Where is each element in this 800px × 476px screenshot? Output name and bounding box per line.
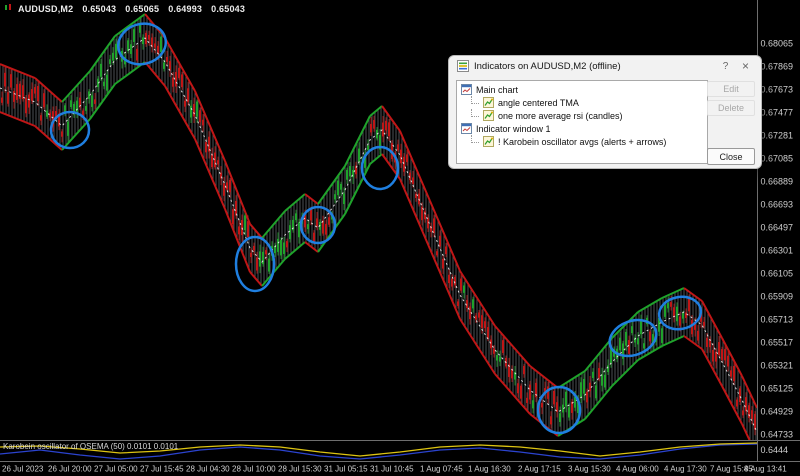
indicator-icon [483,110,494,121]
price-axis-label: 0.67477 [761,108,794,118]
time-axis-label: 1 Aug 16:30 [468,465,511,474]
tree-connector [471,96,479,104]
indicator-tree-item[interactable]: Indicator window 1 [457,122,707,135]
indicators-dialog: Indicators on AUDUSD,M2 (offline) ? × Ma… [448,55,762,169]
tree-item-label: angle centered TMA [498,98,579,108]
tree-item-label: Main chart [476,85,518,95]
time-axis-label: 3 Aug 15:30 [568,465,611,474]
symbol-info: AUDUSD,M2 0.65043 0.65065 0.64993 0.6504… [4,3,245,14]
price-open: 0.65043 [82,4,116,14]
time-axis-label: 26 Jul 2023 [2,465,44,474]
time-axis-label: 31 Jul 05:15 [324,465,368,474]
candlestick-chart-icon [4,3,13,14]
time-axis-label: 1 Aug 07:45 [420,465,463,474]
price-axis-label: 0.66105 [761,269,794,279]
symbol-label: AUDUSD,M2 [18,4,73,14]
mt4-chart-window: 0.68065 0.67869 0.67673 0.67477 0.67281 0.670… [0,0,800,476]
time-axis-label: 27 Jul 05:00 [94,465,138,474]
indicator-tree-item[interactable]: one more average rsi (candles) [457,109,707,122]
delete-button[interactable]: Delete [707,100,755,116]
price-axis-label: 0.64733 [761,430,794,440]
edit-button[interactable]: Edit [707,81,755,97]
oscillator-axis-label: 0.6444 [761,445,789,455]
price-axis-label: 0.66497 [761,223,794,233]
price-axis-label: 0.66889 [761,177,794,187]
time-axis-label: 27 Jul 15:45 [140,465,184,474]
price-axis-label: 0.65125 [761,384,794,394]
time-axis-label: 28 Jul 15:30 [278,465,322,474]
close-icon[interactable]: × [738,59,753,74]
time-axis-label: 26 Jul 20:00 [48,465,92,474]
time-axis-label: 31 Jul 10:45 [370,465,414,474]
indicator-icon [483,97,494,108]
chart-window-icon [461,84,472,95]
price-axis-label: 0.67281 [761,131,794,141]
price-axis-label: 0.64929 [761,407,794,417]
indicator-icon [483,136,494,147]
oscillator-label: Karobein oscillator of OSEMA (50) 0.0101… [3,442,178,451]
price-axis-label: 0.66693 [761,200,794,210]
time-axis-label: 28 Jul 10:00 [232,465,276,474]
help-button[interactable]: ? [718,59,733,74]
price-low: 0.64993 [168,4,202,14]
indicators-list[interactable]: Main chart angle centered TMA one more ave… [456,80,708,164]
indicator-tree-item[interactable]: ! Karobein oscillator avgs (alerts + arr… [457,135,707,148]
time-axis-label: 4 Aug 06:00 [616,465,659,474]
price-axis-label: 0.67869 [761,62,794,72]
dialog-title: Indicators on AUDUSD,M2 (offline) [474,61,713,72]
price-axis-label: 0.65713 [761,315,794,325]
close-button[interactable]: Close [707,148,755,165]
dialog-titlebar[interactable]: Indicators on AUDUSD,M2 (offline) ? × [449,56,761,76]
tree-item-label: one more average rsi (candles) [498,111,623,121]
time-axis-label: 28 Jul 04:30 [186,465,230,474]
price-axis-label: 0.65517 [761,338,794,348]
time-axis-label: 4 Aug 17:30 [664,465,707,474]
time-axis-label: 8 Aug 13:41 [744,465,787,474]
tree-connector [471,109,479,117]
indicator-tree-item[interactable]: angle centered TMA [457,96,707,109]
price-high: 0.65065 [125,4,159,14]
chart-window-icon [461,123,472,134]
indicators-dialog-icon [457,60,469,72]
tree-item-label: ! Karobein oscillator avgs (alerts + arr… [498,137,666,147]
price-axis-label: 0.66301 [761,246,794,256]
price-axis-label: 0.67085 [761,154,794,164]
time-axis-label: 2 Aug 17:15 [518,465,561,474]
tree-item-label: Indicator window 1 [476,124,551,134]
price-axis-label: 0.67673 [761,85,794,95]
price-axis-label: 0.65321 [761,361,794,371]
price-axis-label: 0.65909 [761,292,794,302]
indicator-tree-item[interactable]: Main chart [457,83,707,96]
price-close: 0.65043 [211,4,245,14]
tree-connector [471,135,479,143]
price-axis-label: 0.68065 [761,39,794,49]
